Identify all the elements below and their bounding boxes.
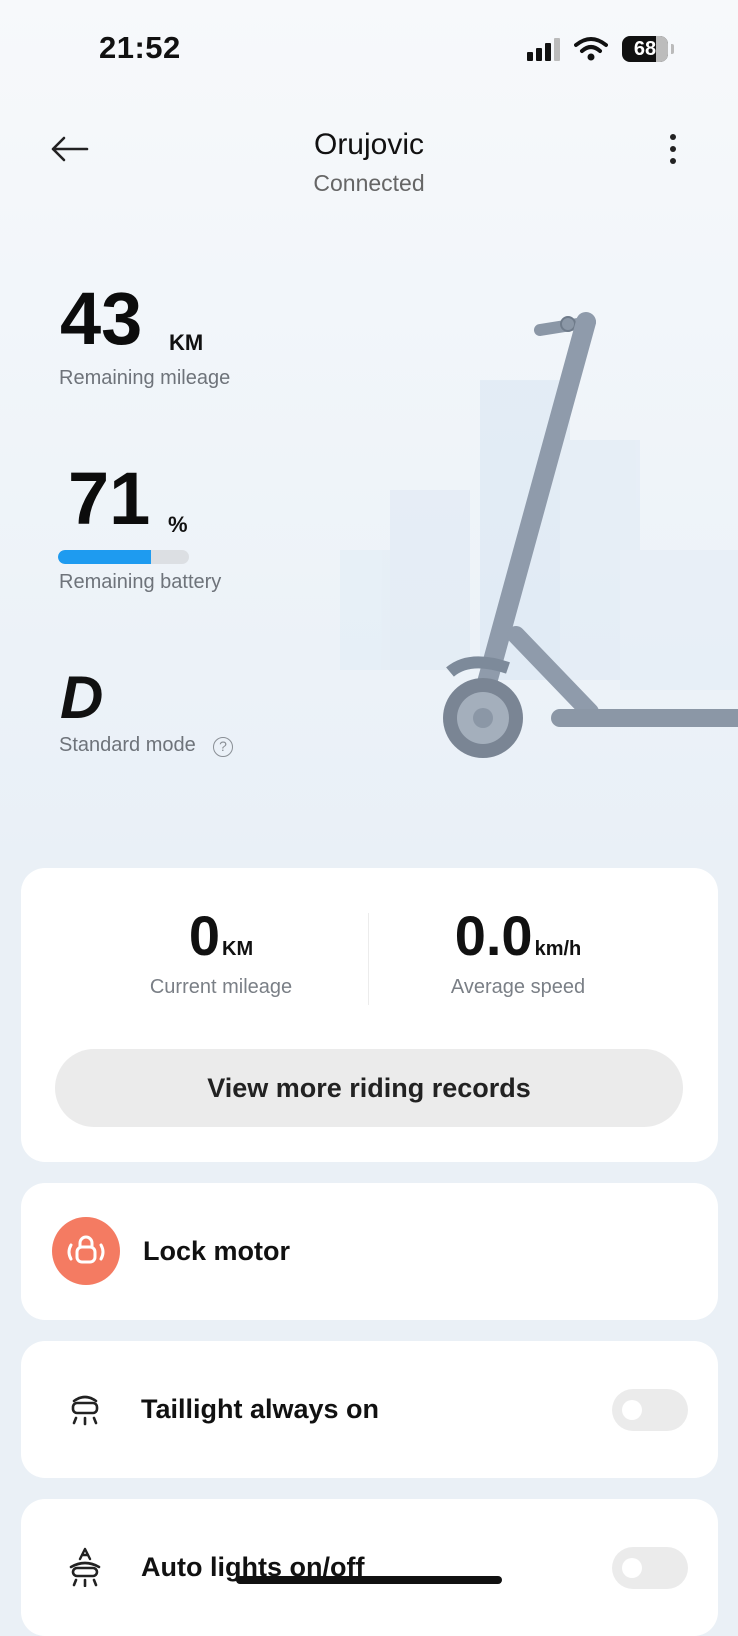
battery-icon: 68 (622, 36, 674, 62)
status-time: 21:52 (99, 30, 181, 65)
remaining-battery-value: 71 (68, 457, 151, 540)
current-mileage-value: 0 (188, 904, 221, 967)
taillight-card: Taillight always on (21, 1341, 718, 1478)
current-mileage-stat: 0 KM Current mileage (51, 908, 391, 999)
current-mileage-label: Current mileage (149, 976, 293, 998)
battery-progress-bar (58, 550, 189, 564)
toggle-knob (622, 1558, 642, 1578)
lock-motor-label: Lock motor (143, 1236, 291, 1266)
remaining-battery-label: Remaining battery (59, 571, 222, 593)
status-icons: 68 (527, 36, 674, 62)
taillight-label: Taillight always on (141, 1394, 380, 1424)
battery-progress-fill (58, 550, 151, 564)
average-speed-label: Average speed (450, 976, 586, 998)
remaining-battery-unit: % (168, 512, 188, 537)
auto-lights-toggle[interactable] (612, 1547, 688, 1589)
cellular-signal-icon (527, 37, 560, 61)
taillight-toggle[interactable] (612, 1389, 688, 1431)
drive-mode-label: Standard mode (59, 734, 196, 756)
taillight-icon (65, 1387, 105, 1431)
average-speed-stat: 0.0 km/h Average speed (348, 908, 688, 999)
remaining-mileage-value: 43 (60, 277, 143, 360)
average-speed-value: 0.0 (454, 904, 533, 967)
scooter-illustration (340, 312, 738, 758)
average-speed-unit: km/h (534, 938, 582, 960)
remaining-mileage-unit: KM (169, 330, 204, 355)
toggle-knob (622, 1400, 642, 1420)
auto-lights-icon (65, 1545, 105, 1589)
drive-mode-letter: D (60, 664, 104, 731)
city-skyline (340, 380, 738, 690)
connection-status: Connected (313, 170, 425, 196)
more-vertical-icon (670, 134, 676, 164)
current-mileage-unit: KM (222, 938, 254, 960)
riding-stats-card: 0 KM Current mileage 0.0 km/h Average sp… (21, 868, 718, 1162)
device-name: Orujovic (313, 128, 425, 161)
remaining-mileage-label: Remaining mileage (59, 367, 231, 389)
lock-motor-card[interactable]: Lock motor (21, 1183, 718, 1320)
battery-level-text: 68 (633, 37, 657, 60)
more-options-button[interactable] (658, 126, 688, 172)
view-riding-records-button[interactable]: View more riding records (55, 1049, 683, 1127)
home-indicator (236, 1576, 502, 1584)
wifi-icon (574, 37, 608, 61)
help-icon[interactable]: ? (213, 737, 233, 757)
auto-lights-card: Auto lights on/off (21, 1499, 718, 1636)
lock-motor-icon (52, 1217, 120, 1285)
auto-lights-label: Auto lights on/off (141, 1552, 365, 1582)
